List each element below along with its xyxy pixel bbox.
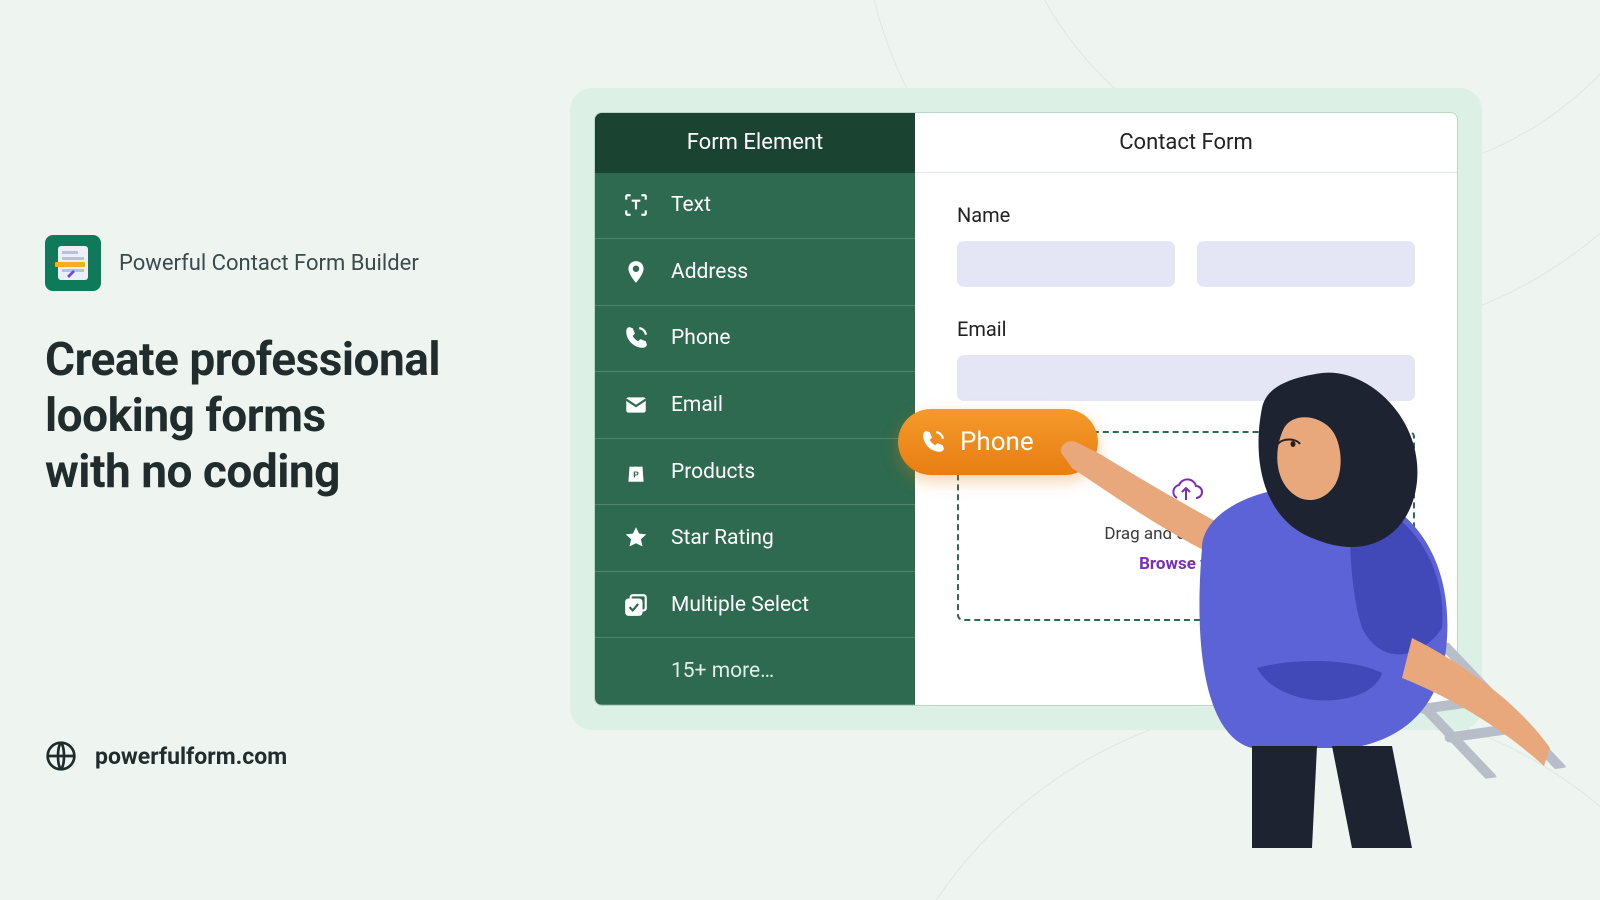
app-logo	[45, 235, 101, 291]
checkbox-icon	[623, 592, 649, 618]
person-illustration	[1052, 368, 1552, 848]
sidebar-item-label: Phone	[671, 326, 731, 350]
email-label: Email	[957, 317, 1415, 341]
sidebar-item-text[interactable]: Text	[595, 173, 915, 240]
sidebar-item-products[interactable]: P Products	[595, 439, 915, 506]
headline-line-1: Create professional	[45, 332, 440, 388]
sidebar-item-phone[interactable]: Phone	[595, 306, 915, 373]
last-name-input[interactable]	[1197, 241, 1415, 287]
phone-icon	[623, 325, 649, 351]
name-label: Name	[957, 203, 1415, 227]
headline-line-3: with no coding	[45, 444, 440, 500]
sidebar-item-address[interactable]: Address	[595, 239, 915, 306]
sidebar: Form Element Text Address	[595, 113, 915, 705]
headline-line-2: looking forms	[45, 388, 440, 444]
sidebar-item-more[interactable]: 15+ more…	[595, 638, 915, 705]
sidebar-item-star-rating[interactable]: Star Rating	[595, 505, 915, 572]
sidebar-item-multiple-select[interactable]: Multiple Select	[595, 572, 915, 639]
sidebar-item-label: Address	[671, 260, 748, 284]
sidebar-item-label: 15+ more…	[671, 659, 774, 683]
text-icon	[623, 192, 649, 218]
bag-icon: P	[623, 459, 649, 485]
sidebar-item-label: Email	[671, 393, 723, 417]
website-row: powerfulform.com	[45, 740, 287, 772]
chip-label: Phone	[960, 427, 1034, 457]
star-icon	[623, 525, 649, 551]
pin-icon	[623, 259, 649, 285]
first-name-input[interactable]	[957, 241, 1175, 287]
mail-icon	[623, 392, 649, 418]
phone-icon	[920, 429, 946, 455]
sidebar-item-label: Multiple Select	[671, 593, 809, 617]
sidebar-header: Form Element	[595, 113, 915, 173]
website-text: powerfulform.com	[95, 743, 287, 770]
brand-row: Powerful Contact Form Builder	[45, 235, 419, 291]
form-title: Contact Form	[915, 113, 1457, 173]
sidebar-item-label: Star Rating	[671, 526, 774, 550]
sidebar-item-email[interactable]: Email	[595, 372, 915, 439]
sidebar-item-label: Products	[671, 460, 755, 484]
headline: Create professional looking forms with n…	[45, 332, 440, 500]
svg-text:P: P	[633, 470, 639, 480]
globe-icon	[45, 740, 77, 772]
sidebar-item-label: Text	[671, 193, 711, 217]
brand-title: Powerful Contact Form Builder	[119, 251, 419, 276]
